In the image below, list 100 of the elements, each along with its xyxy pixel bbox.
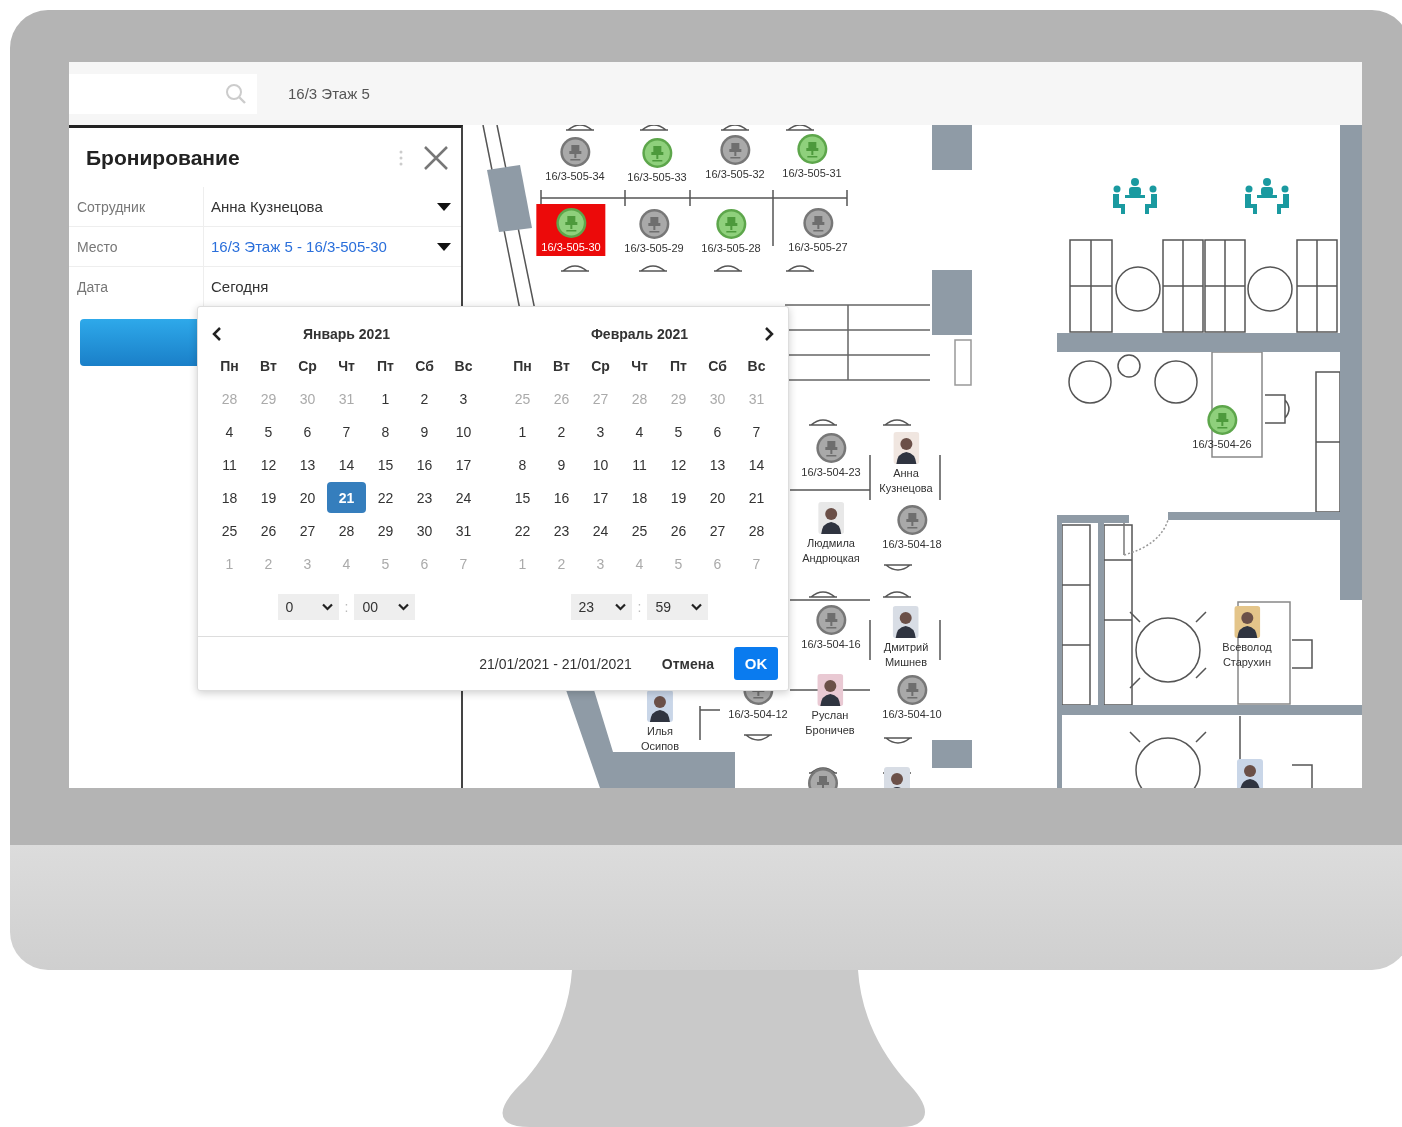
hour-select[interactable]: 0 <box>277 594 339 620</box>
calendar-day[interactable]: 26 <box>659 515 698 546</box>
calendar-day[interactable]: 20 <box>698 482 737 513</box>
calendar-day[interactable]: 21 <box>737 482 776 513</box>
chair-icon[interactable] <box>1206 404 1238 436</box>
seat-marker[interactable]: 16/3-505-31 <box>782 133 842 179</box>
calendar-day[interactable]: 28 <box>737 515 776 546</box>
chair-icon[interactable] <box>815 432 847 464</box>
chair-icon[interactable] <box>802 207 834 239</box>
search-field[interactable] <box>69 73 257 114</box>
calendar-day[interactable]: 6 <box>288 416 327 447</box>
calendar-day[interactable]: 31 <box>444 515 483 546</box>
calendar-day[interactable]: 25 <box>620 515 659 546</box>
minute-select[interactable]: 00 <box>354 594 416 620</box>
calendar-day[interactable]: 24 <box>581 515 620 546</box>
calendar-day[interactable]: 15 <box>366 449 405 480</box>
calendar-day[interactable]: 20 <box>288 482 327 513</box>
calendar-day[interactable]: 13 <box>288 449 327 480</box>
cancel-button[interactable]: Отмена <box>661 655 714 672</box>
calendar-day[interactable]: 25 <box>210 515 249 546</box>
calendar-day[interactable]: 24 <box>444 482 483 513</box>
calendar-day[interactable]: 19 <box>659 482 698 513</box>
calendar-day[interactable]: 11 <box>210 449 249 480</box>
calendar-day[interactable]: 8 <box>503 449 542 480</box>
calendar-day[interactable]: 7 <box>327 416 366 447</box>
calendar-day[interactable]: 29 <box>366 515 405 546</box>
employee-dropdown[interactable]: Анна Кузнецова <box>204 187 461 226</box>
caret-icon[interactable] <box>437 202 451 211</box>
seat-marker[interactable]: 16/3-505-33 <box>627 137 687 183</box>
calendar-day[interactable]: 1 <box>503 416 542 447</box>
calendar-day[interactable]: 10 <box>581 449 620 480</box>
date-field[interactable]: Сегодня <box>204 267 461 306</box>
calendar-day[interactable]: 22 <box>366 482 405 513</box>
employee-marker[interactable]: Анна Кузнецова <box>879 432 933 496</box>
calendar-day[interactable]: 10 <box>444 416 483 447</box>
chevron-left-icon[interactable] <box>210 326 224 342</box>
chair-icon[interactable] <box>796 133 828 165</box>
chair-icon[interactable] <box>555 207 587 239</box>
calendar-day[interactable]: 1 <box>366 383 405 414</box>
calendar-day[interactable]: 9 <box>405 416 444 447</box>
chair-icon[interactable] <box>641 137 673 169</box>
chair-icon[interactable] <box>559 136 591 168</box>
calendar-day[interactable]: 16 <box>542 482 581 513</box>
calendar-day[interactable]: 26 <box>249 515 288 546</box>
chevron-down-icon[interactable] <box>321 603 333 611</box>
seat-marker[interactable]: 16/3-504-26 <box>1192 404 1252 450</box>
seat-marker[interactable]: 16/3-504-18 <box>882 504 942 550</box>
employee-marker[interactable]: Людмила Андрюцкая <box>802 502 860 566</box>
close-icon[interactable] <box>423 144 449 171</box>
employee-marker[interactable]: Всеволод Старухин <box>1222 606 1272 670</box>
calendar-day[interactable]: 14 <box>737 449 776 480</box>
calendar-day[interactable]: 5 <box>249 416 288 447</box>
calendar-day[interactable]: 18 <box>620 482 659 513</box>
calendar-day[interactable]: 8 <box>366 416 405 447</box>
chevron-down-icon[interactable] <box>691 603 703 611</box>
seat-marker[interactable]: 16/3-505-32 <box>705 134 765 180</box>
chair-icon[interactable] <box>638 208 670 240</box>
chevron-right-icon[interactable] <box>762 326 776 342</box>
calendar-day[interactable]: 13 <box>698 449 737 480</box>
calendar-day[interactable]: 15 <box>503 482 542 513</box>
calendar-day[interactable]: 6 <box>698 416 737 447</box>
calendar-day[interactable]: 17 <box>444 449 483 480</box>
chair-icon[interactable] <box>719 134 751 166</box>
chair-icon[interactable] <box>815 604 847 636</box>
calendar-day[interactable]: 3 <box>444 383 483 414</box>
calendar-day[interactable]: 23 <box>405 482 444 513</box>
calendar-day[interactable]: 28 <box>327 515 366 546</box>
chair-icon[interactable] <box>896 504 928 536</box>
calendar-day[interactable]: 23 <box>542 515 581 546</box>
calendar-day[interactable]: 18 <box>210 482 249 513</box>
selected-seat[interactable]: 16/3-505-30 <box>536 204 606 256</box>
calendar-day[interactable]: 3 <box>581 416 620 447</box>
seat-marker[interactable]: 16/3-504-23 <box>801 432 861 478</box>
seat-marker[interactable]: 16/3-505-28 <box>701 208 761 254</box>
seat-marker[interactable]: 16/3-505-29 <box>624 208 684 254</box>
calendar-day[interactable]: 4 <box>210 416 249 447</box>
calendar-day[interactable]: 11 <box>620 449 659 480</box>
calendar-day[interactable]: 17 <box>581 482 620 513</box>
calendar-day[interactable]: 19 <box>249 482 288 513</box>
caret-icon[interactable] <box>437 242 451 251</box>
calendar-day[interactable]: 9 <box>542 449 581 480</box>
employee-marker[interactable]: Илья Осипов <box>640 690 680 754</box>
chevron-down-icon[interactable] <box>398 603 410 611</box>
calendar-day[interactable]: 30 <box>405 515 444 546</box>
calendar-day[interactable]: 5 <box>659 416 698 447</box>
calendar-day[interactable]: 14 <box>327 449 366 480</box>
seat-marker[interactable]: 16/3-505-34 <box>545 136 605 182</box>
hour-select[interactable]: 23 <box>570 594 632 620</box>
place-dropdown[interactable]: 16/3 Этаж 5 - 16/3-505-30 <box>204 227 461 266</box>
seat-marker[interactable]: 16/3-504-16 <box>801 604 861 650</box>
calendar-day[interactable]: 27 <box>288 515 327 546</box>
calendar-day[interactable]: 27 <box>698 515 737 546</box>
calendar-day[interactable]: 16 <box>405 449 444 480</box>
chair-icon[interactable] <box>896 674 928 706</box>
calendar-day[interactable]: 21 <box>327 482 366 513</box>
calendar-day[interactable]: 7 <box>737 416 776 447</box>
seat-marker[interactable]: 16/3-504-10 <box>882 674 942 720</box>
calendar-day[interactable]: 2 <box>405 383 444 414</box>
chair-icon[interactable] <box>715 208 747 240</box>
seat-marker[interactable]: 16/3-505-27 <box>788 207 848 253</box>
